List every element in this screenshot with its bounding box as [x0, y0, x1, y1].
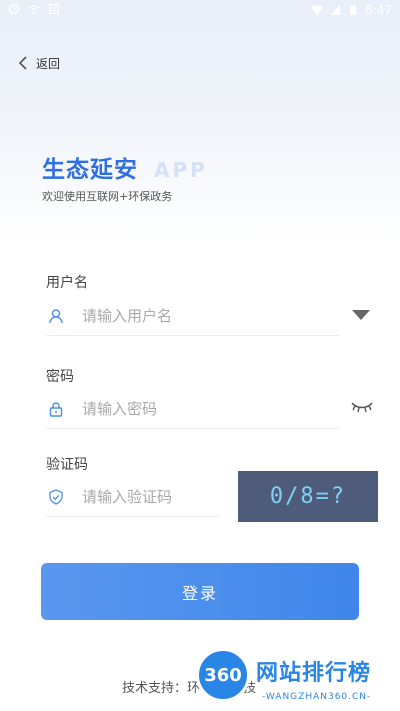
username-input[interactable]	[82, 306, 302, 325]
captcha-label: 验证码	[46, 457, 88, 473]
captcha-input[interactable]	[82, 487, 212, 506]
notification-icon	[49, 3, 59, 15]
app-subtitle: 欢迎使用互联网+环保政务	[42, 190, 173, 203]
password-row	[46, 389, 340, 429]
battery-icon	[350, 5, 357, 15]
user-icon	[49, 308, 63, 323]
status-time: 8:47	[365, 3, 392, 17]
captcha-row	[46, 477, 220, 517]
back-button[interactable]: 返回	[18, 52, 60, 74]
watermark-url: -WANGZHAN360.CN-	[262, 692, 372, 702]
captcha-text: 0/8=?	[269, 484, 347, 509]
login-button[interactable]: 登录	[41, 563, 359, 620]
signal-icon	[330, 5, 341, 15]
app-title-suffix: APP	[154, 158, 208, 182]
captcha-image[interactable]: 0/8=?	[238, 471, 378, 522]
back-label: 返回	[36, 56, 61, 71]
watermark-site-name: 网站排行榜	[256, 661, 372, 686]
app-title: 生态延安	[42, 157, 138, 183]
username-label: 用户名	[46, 275, 88, 291]
lock-icon	[49, 401, 63, 417]
shield-check-icon	[49, 488, 63, 505]
dropdown-triangle-icon[interactable]	[351, 309, 371, 321]
watermark-logo: 360	[196, 648, 250, 702]
sync-icon	[8, 3, 20, 15]
password-label: 密码	[46, 369, 74, 385]
eye-closed-icon[interactable]	[350, 400, 374, 414]
watermark-logo-text: 360	[204, 664, 242, 686]
wifi-small-icon	[28, 5, 40, 14]
back-chevron-icon	[18, 56, 27, 70]
password-input[interactable]	[82, 399, 302, 418]
wifi-icon	[311, 5, 324, 15]
header-background	[0, 0, 400, 240]
username-row	[46, 296, 340, 336]
status-bar: 8:47	[0, 0, 400, 22]
app-heading: 生态延安 APP	[42, 150, 208, 184]
